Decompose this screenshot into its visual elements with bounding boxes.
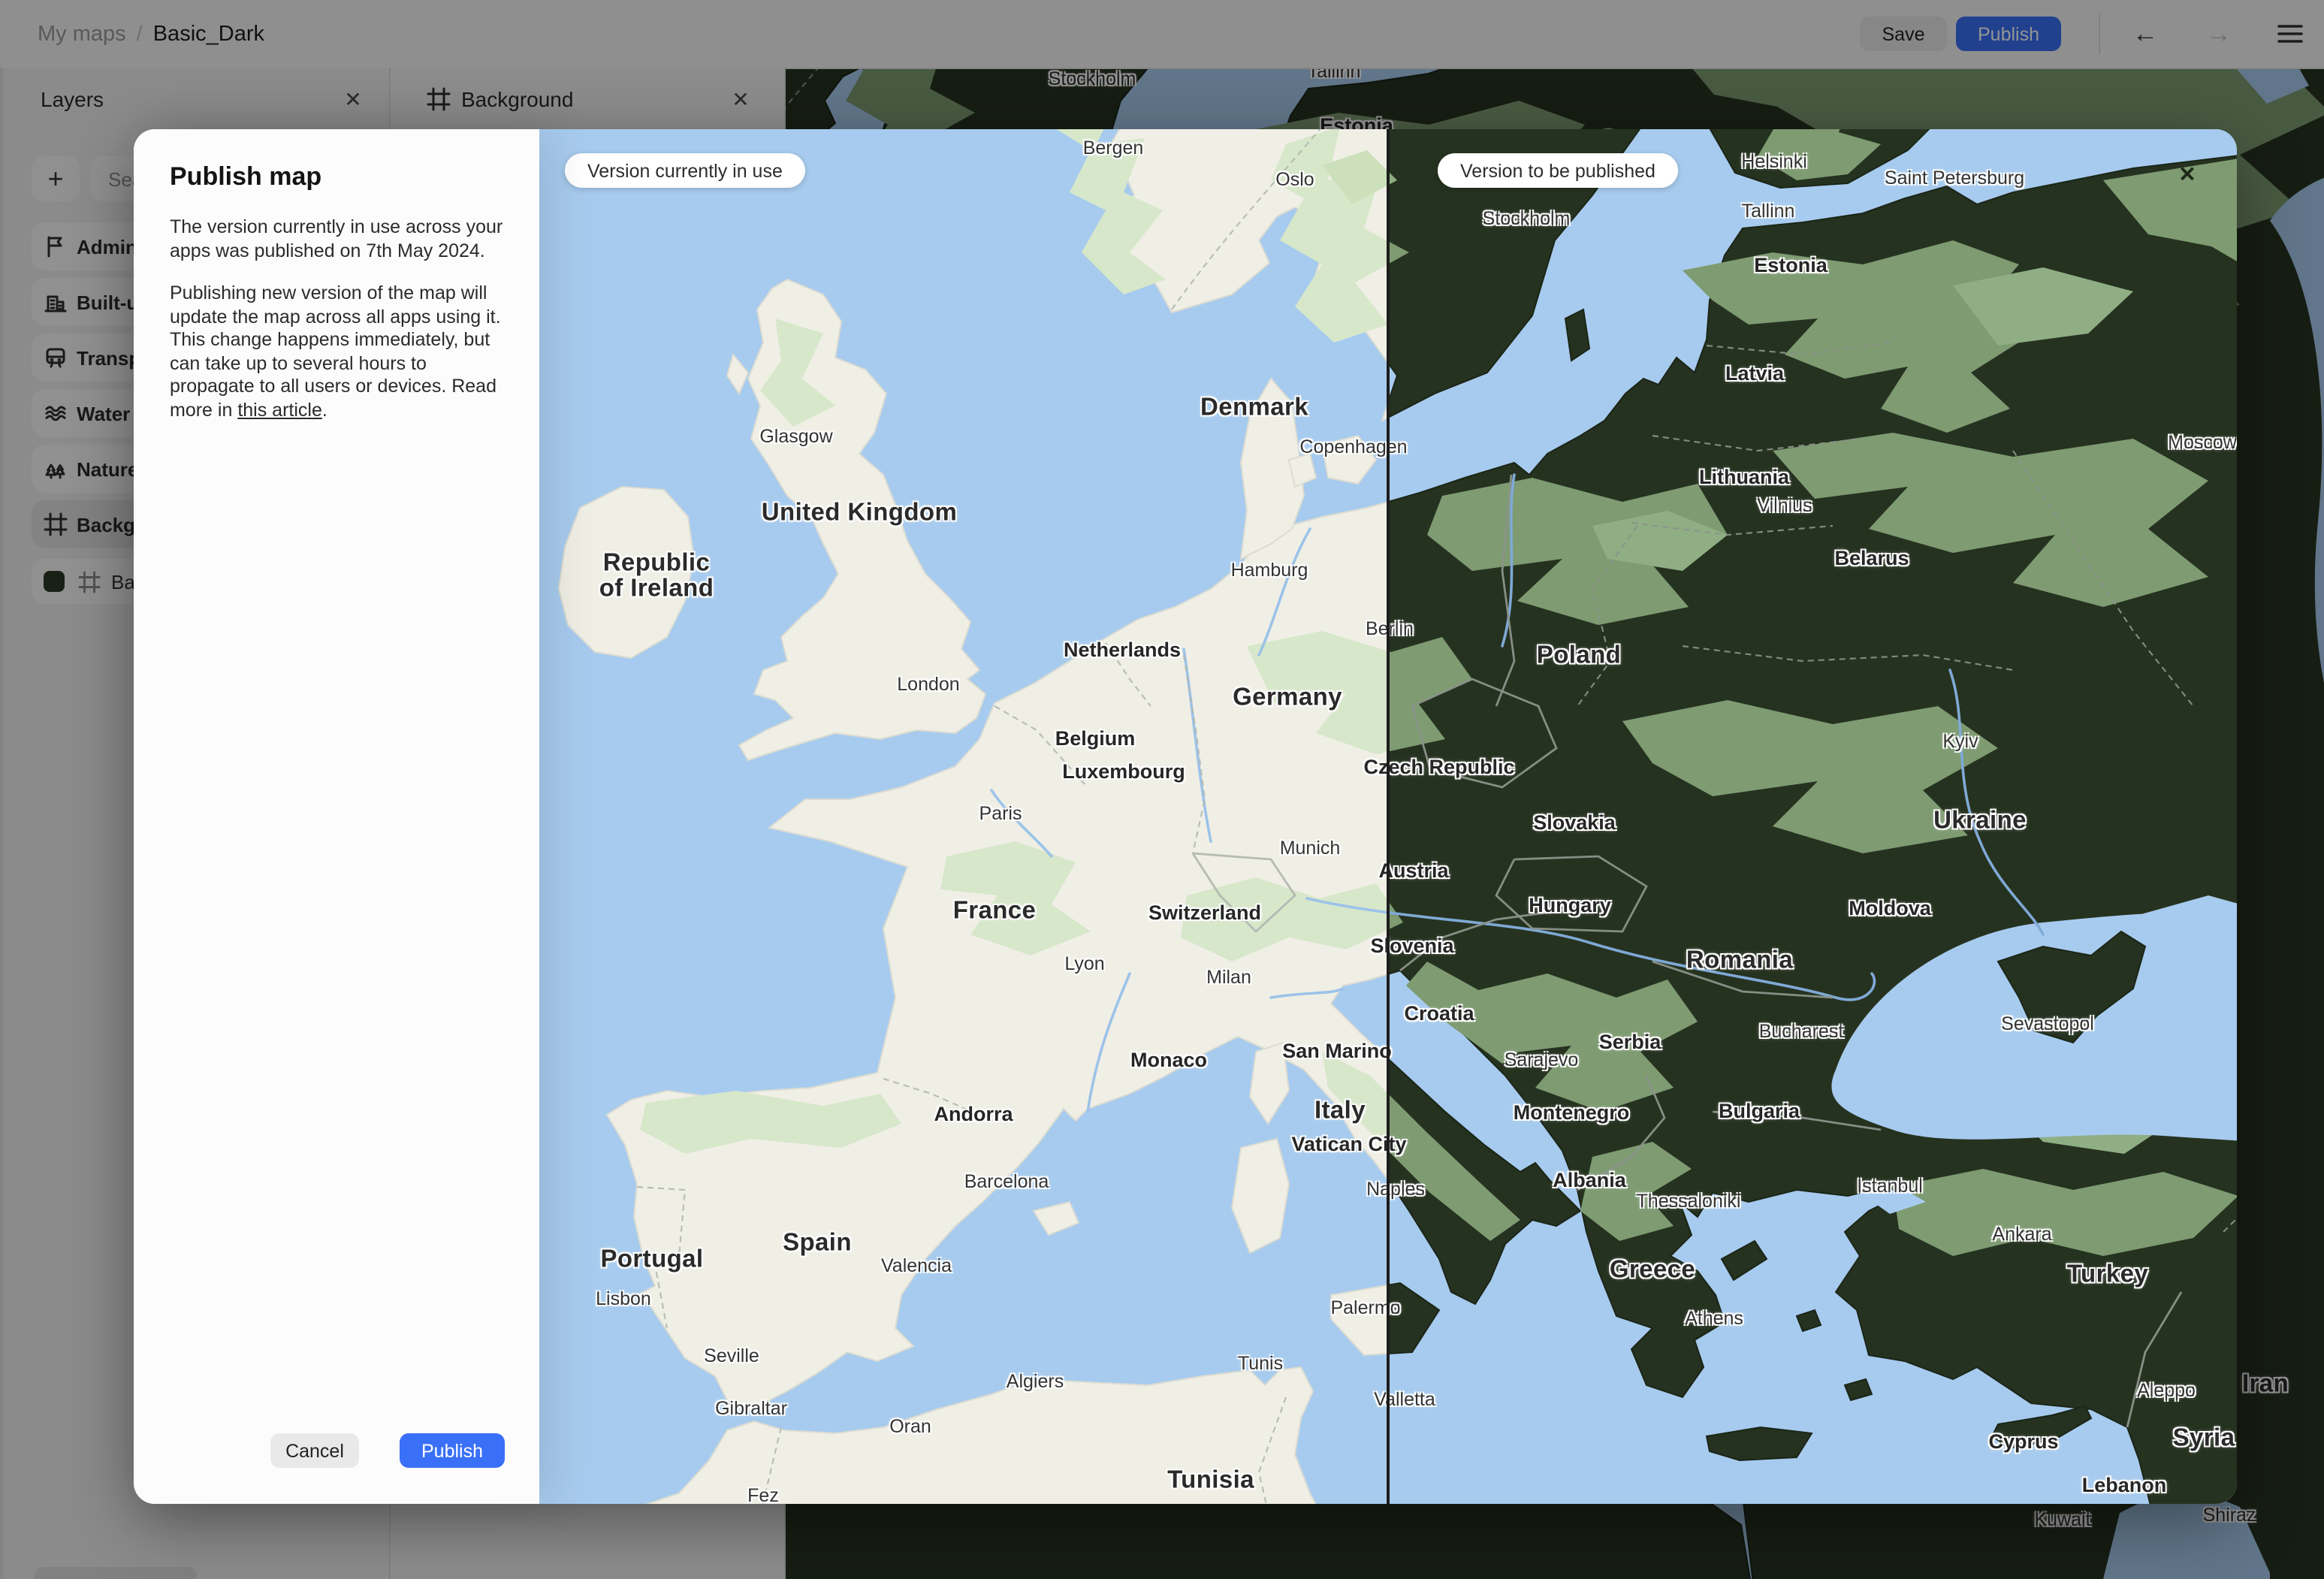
cancel-button[interactable]: Cancel: [270, 1433, 359, 1468]
map-published-version[interactable]: [1388, 129, 2237, 1504]
confirm-publish-button[interactable]: Publish: [400, 1433, 505, 1468]
this-article-link[interactable]: this article: [237, 399, 322, 420]
published-version-badge: Version to be published: [1438, 153, 1678, 188]
dialog-paragraph-2: Publishing new version of the map will u…: [170, 282, 501, 420]
map-compare-divider: [1387, 129, 1389, 1504]
current-version-badge: Version currently in use: [565, 153, 805, 188]
dialog-paragraph-1: The version currently in use across your…: [170, 216, 503, 261]
publish-map-dialog: Publish map The version currently in use…: [134, 129, 539, 1504]
dialog-title: Publish map: [170, 162, 322, 191]
app-window: BergenOsloStockholmHelsinkiSaint Petersb…: [0, 0, 2324, 1579]
